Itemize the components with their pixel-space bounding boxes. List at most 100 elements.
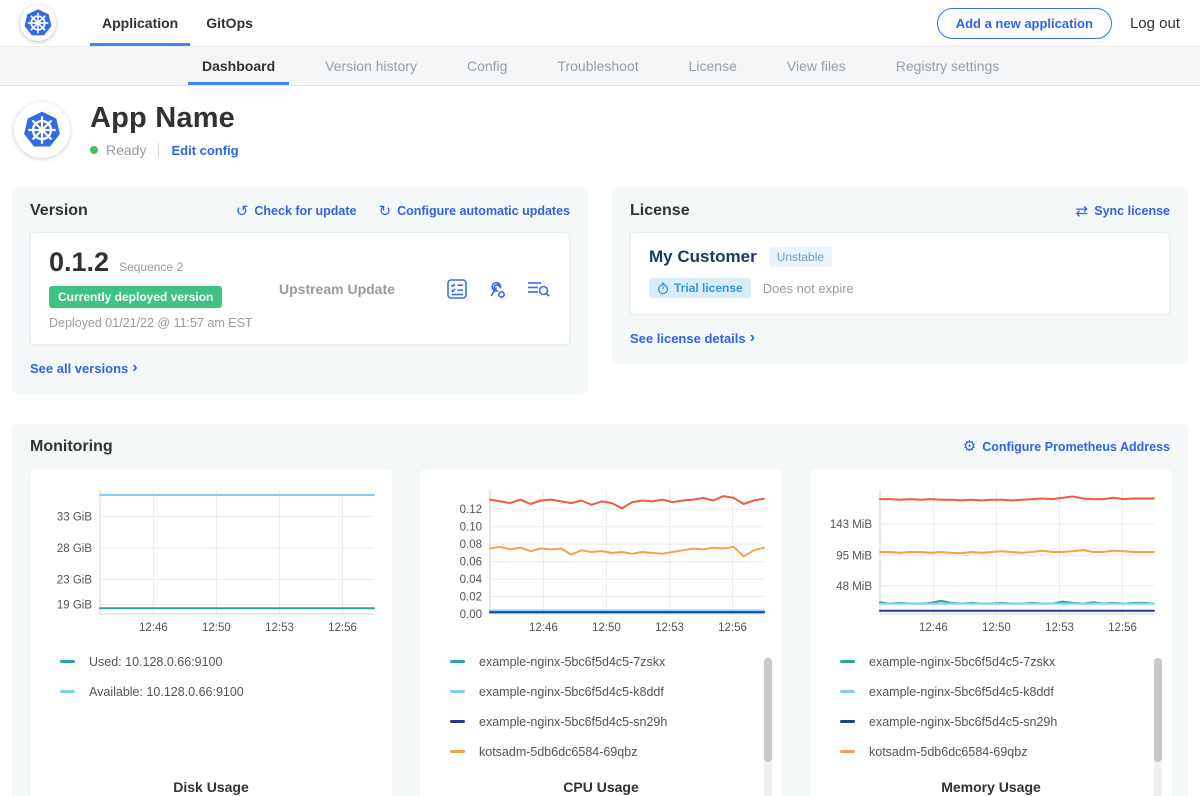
check-for-update-label: Check for update [254, 204, 356, 218]
version-sequence: Sequence 2 [119, 260, 183, 274]
tab-registry-settings[interactable]: Registry settings [882, 47, 1013, 85]
kubernetes-logo[interactable] [20, 5, 56, 41]
configure-automatic-updates-link[interactable]: ↻ Configure automatic updates [378, 204, 570, 219]
status-text: Ready [106, 142, 146, 158]
svg-text:12:50: 12:50 [592, 622, 621, 634]
disk-usage-plot: 12:4612:5012:5312:5619 GiB23 GiB28 GiB33… [42, 480, 380, 643]
trial-license-label: Trial license [674, 281, 743, 295]
tab-license[interactable]: License [675, 47, 751, 85]
tab-dashboard-label: Dashboard [202, 58, 275, 74]
svg-text:143 MiB: 143 MiB [830, 518, 873, 530]
svg-text:33 GiB: 33 GiB [57, 511, 92, 523]
legend-label: example-nginx-5bc6f5d4c5-k8ddf [479, 685, 664, 699]
tab-gitops[interactable]: GitOps [192, 0, 267, 46]
configure-prometheus-link[interactable]: ⚙ Configure Prometheus Address [963, 439, 1170, 454]
disk-usage-legend: Used: 10.128.0.66:9100 Available: 10.128.… [42, 655, 380, 779]
channel-badge: Unstable [769, 247, 832, 267]
svg-text:0.04: 0.04 [460, 574, 483, 586]
view-logs-icon[interactable] [525, 277, 551, 301]
legend-swatch [60, 660, 75, 663]
chevron-right-icon: › [750, 329, 755, 347]
memory-usage-legend: example-nginx-5bc6f5d4c5-7zskx example-ng… [822, 655, 1160, 779]
refresh-icon: ↺ [236, 204, 249, 219]
version-source-label: Upstream Update [279, 281, 445, 297]
svg-text:95 MiB: 95 MiB [836, 550, 872, 562]
add-application-button[interactable]: Add a new application [937, 8, 1112, 39]
svg-text:23 GiB: 23 GiB [57, 574, 92, 586]
svg-text:0.06: 0.06 [460, 556, 482, 568]
memory-usage-plot: 12:4612:5012:5312:5648 MiB95 MiB143 MiB [822, 480, 1160, 643]
license-expiry: Does not expire [763, 281, 854, 296]
cpu-usage-legend: example-nginx-5bc6f5d4c5-7zskx example-ng… [432, 655, 770, 779]
tab-dashboard[interactable]: Dashboard [188, 47, 289, 85]
svg-text:0.00: 0.00 [460, 609, 482, 621]
legend-item[interactable]: example-nginx-5bc6f5d4c5-7zskx [450, 655, 770, 669]
license-card: License ⇄ Sync license My Customer Unsta… [612, 186, 1188, 364]
legend-swatch [450, 750, 465, 753]
app-status-row: Ready Edit config [90, 142, 239, 158]
legend-swatch [840, 690, 855, 693]
tab-registry-settings-label: Registry settings [896, 58, 999, 74]
app-avatar [14, 102, 70, 158]
tab-troubleshoot-label: Troubleshoot [557, 58, 638, 74]
legend-label: Available: 10.128.0.66:9100 [89, 685, 244, 699]
line-chart-svg: 12:4612:5012:5312:5619 GiB23 GiB28 GiB33… [42, 480, 380, 638]
edit-config-wrench-icon[interactable] [485, 277, 509, 301]
tab-troubleshoot[interactable]: Troubleshoot [543, 47, 652, 85]
tab-config[interactable]: Config [453, 47, 521, 85]
chart-title: Memory Usage [822, 779, 1160, 796]
license-card-title: License [630, 202, 690, 220]
logout-button[interactable]: Log out [1130, 15, 1180, 32]
legend-scrollbar-thumb[interactable] [1154, 658, 1162, 762]
svg-text:12:50: 12:50 [202, 622, 231, 634]
tab-view-files[interactable]: View files [773, 47, 860, 85]
check-for-update-link[interactable]: ↺ Check for update [236, 204, 357, 219]
legend-item[interactable]: example-nginx-5bc6f5d4c5-sn29h [450, 715, 770, 729]
see-license-details-link[interactable]: See license details › [630, 329, 755, 347]
customer-name: My Customer [649, 247, 757, 267]
summary-cards-row: Version ↺ Check for update ↻ Configure a… [0, 176, 1200, 394]
legend-swatch [450, 660, 465, 663]
legend-swatch [840, 750, 855, 753]
top-nav-tabs: Application GitOps [88, 0, 267, 46]
see-all-versions-label: See all versions [30, 361, 128, 376]
app-sub-nav: Dashboard Version history Config Trouble… [0, 46, 1200, 86]
deployed-version-badge: Currently deployed version [49, 286, 222, 308]
legend-item[interactable]: Available: 10.128.0.66:9100 [60, 685, 380, 699]
svg-text:12:46: 12:46 [139, 622, 168, 634]
legend-scrollbar-thumb[interactable] [764, 658, 772, 762]
edit-config-link[interactable]: Edit config [171, 143, 238, 158]
svg-text:0.02: 0.02 [460, 591, 482, 603]
sync-license-link[interactable]: ⇄ Sync license [1076, 204, 1170, 219]
trial-license-badge: Trial license [649, 278, 751, 298]
legend-item[interactable]: example-nginx-5bc6f5d4c5-k8ddf [450, 685, 770, 699]
svg-text:12:53: 12:53 [655, 622, 684, 634]
legend-label: example-nginx-5bc6f5d4c5-7zskx [869, 655, 1055, 669]
ready-status-dot [90, 146, 98, 154]
gear-icon: ⚙ [963, 439, 976, 454]
legend-item[interactable]: example-nginx-5bc6f5d4c5-sn29h [840, 715, 1160, 729]
see-license-details-label: See license details [630, 331, 746, 346]
preflight-checks-icon[interactable] [445, 277, 469, 301]
legend-label: kotsadm-5db6dc6584-69qbz [479, 745, 637, 759]
legend-label: Used: 10.128.0.66:9100 [89, 655, 222, 669]
legend-item[interactable]: kotsadm-5db6dc6584-69qbz [840, 745, 1160, 759]
legend-item[interactable]: example-nginx-5bc6f5d4c5-7zskx [840, 655, 1160, 669]
current-version-card: 0.1.2 Sequence 2 Currently deployed vers… [30, 232, 570, 345]
monitoring-section: Monitoring ⚙ Configure Prometheus Addres… [12, 424, 1188, 796]
see-all-versions-link[interactable]: See all versions › [30, 359, 138, 377]
tab-version-history[interactable]: Version history [311, 47, 431, 85]
svg-text:12:56: 12:56 [1108, 622, 1137, 634]
legend-item[interactable]: example-nginx-5bc6f5d4c5-k8ddf [840, 685, 1160, 699]
svg-text:19 GiB: 19 GiB [57, 599, 92, 611]
legend-item[interactable]: kotsadm-5db6dc6584-69qbz [450, 745, 770, 759]
line-chart-svg: 12:4612:5012:5312:560.000.020.040.060.08… [432, 480, 770, 638]
sync-arrows-icon: ⇄ [1076, 204, 1089, 219]
legend-item[interactable]: Used: 10.128.0.66:9100 [60, 655, 380, 669]
svg-text:12:46: 12:46 [529, 622, 558, 634]
svg-text:12:53: 12:53 [1045, 622, 1074, 634]
svg-text:12:56: 12:56 [718, 622, 747, 634]
license-detail-card: My Customer Unstable Trial license Does … [630, 232, 1170, 315]
tab-application[interactable]: Application [88, 0, 192, 46]
legend-swatch [450, 720, 465, 723]
